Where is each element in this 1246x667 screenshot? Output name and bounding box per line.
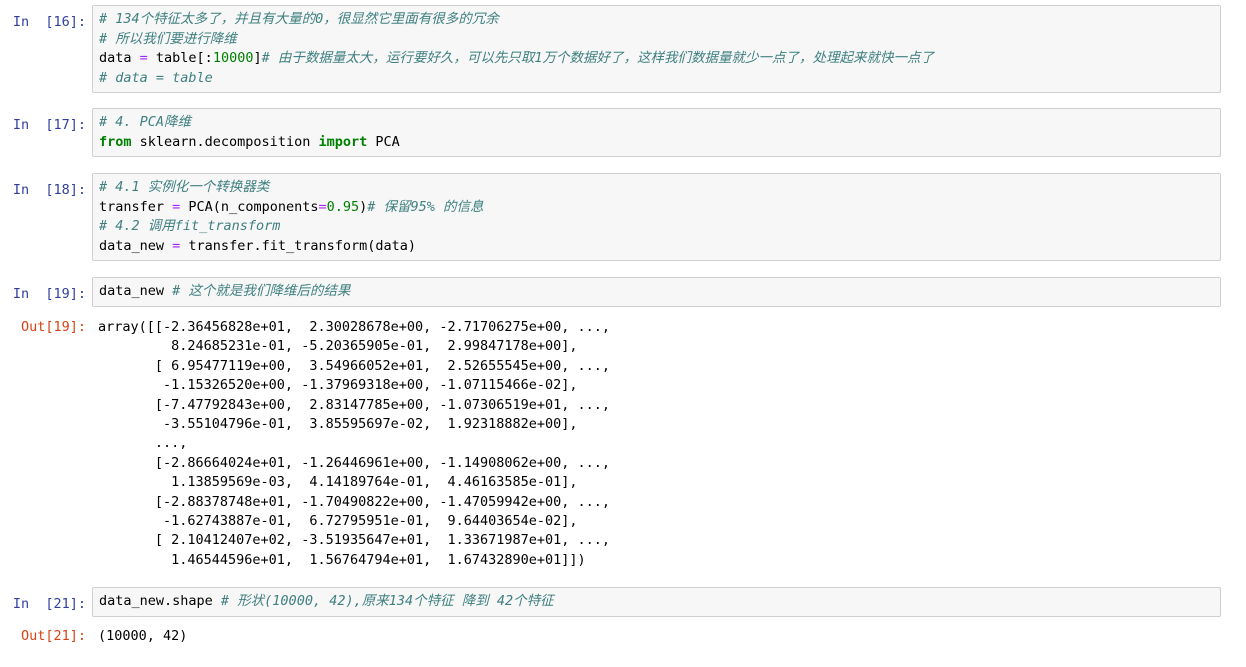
code-line: # 4.1 实例化一个转换器类	[99, 178, 1220, 198]
output-prompt: Out[19]:	[20, 319, 86, 335]
code-comment: # 形状(10000, 42),原来134个特征 降到 42个特征	[220, 593, 554, 609]
output-line: [-2.86664024e+01, -1.26446961e+00, -1.14…	[98, 454, 611, 471]
code-number: 0.95	[326, 198, 360, 215]
code-input-area[interactable]: data_new # 这个就是我们降维后的结果	[92, 277, 1221, 307]
code-line: # data = table	[99, 69, 1220, 89]
code-line: data_new.shape # 形状(10000, 42),原来134个特征 …	[99, 592, 1220, 612]
code-text: ]	[253, 50, 262, 66]
code-comment: # 4.2 调用fit_transform	[99, 218, 281, 234]
code-text: data_new	[99, 283, 173, 299]
code-text: table[:	[147, 50, 213, 66]
code-line: # 4. PCA降维	[99, 113, 1220, 133]
code-line: data_new # 这个就是我们降维后的结果	[99, 282, 1220, 302]
output-line: [ 6.95477119e+00, 3.54966052e+01, 2.5265…	[98, 357, 611, 374]
output-line: -1.15326520e+00, -1.37969318e+00, -1.071…	[98, 377, 578, 394]
code-comment: # 保留95% 的信息	[367, 198, 484, 215]
code-text: sklearn.decomposition	[131, 133, 319, 150]
code-number: 10000	[212, 50, 254, 66]
code-text: transfer.fit_transform(data)	[180, 237, 416, 254]
output-line: [-7.47792843e+00, 2.83147785e+00, -1.073…	[98, 396, 611, 413]
code-comment: # 4. PCA降维	[99, 114, 192, 130]
output-line: ...,	[98, 435, 188, 452]
output-text-area: (10000, 42)	[98, 627, 187, 646]
code-comment: # 这个就是我们降维后的结果	[172, 283, 351, 299]
input-prompt: In [21]:	[12, 596, 86, 612]
input-prompt: In [16]:	[12, 14, 86, 30]
code-line: # 所以我们要进行降维	[99, 30, 1220, 50]
output-line: 8.24685231e-01, -5.20365905e-01, 2.99847…	[98, 338, 578, 355]
code-keyword: from	[99, 133, 132, 150]
code-text: data_new.shape	[99, 593, 221, 609]
code-line: data_new = transfer.fit_transform(data)	[99, 237, 1220, 257]
code-input-area[interactable]: # 134个特征太多了，并且有大量的0，很显然它里面有很多的冗余 # 所以我们要进…	[92, 5, 1221, 93]
code-operator: =	[318, 198, 327, 215]
code-comment: # data = table	[99, 69, 213, 86]
output-line: [-2.88378748e+01, -1.70490822e+00, -1.47…	[98, 493, 611, 510]
output-line: 1.46544596e+01, 1.56764794e+01, 1.674328…	[98, 551, 586, 568]
code-line: data = table[:10000]# 由于数据量太大，运行要好久，可以先只…	[99, 49, 1220, 69]
code-line: transfer = PCA(n_components=0.95)# 保留95%…	[99, 198, 1220, 218]
code-comment: # 4.1 实例化一个转换器类	[99, 179, 270, 195]
output-line: [ 2.10412407e+02, -3.51935647e+01, 1.336…	[98, 532, 611, 549]
code-line: from sklearn.decomposition import PCA	[99, 133, 1220, 153]
code-line: # 134个特征太多了，并且有大量的0，很显然它里面有很多的冗余	[99, 10, 1220, 30]
code-text: data	[99, 50, 140, 66]
code-keyword: import	[318, 133, 368, 150]
output-text-area: array([[-2.36456828e+01, 2.30028678e+00,…	[98, 318, 610, 570]
code-comment: # 所以我们要进行降维	[99, 30, 237, 47]
input-prompt: In [17]:	[12, 117, 86, 133]
output-prompt: Out[21]:	[20, 628, 86, 644]
output-line: -3.55104796e-01, 3.85595697e-02, 1.92318…	[98, 415, 578, 432]
input-prompt: In [19]:	[12, 286, 86, 302]
code-text: PCA(n_components	[180, 198, 319, 215]
output-line: (10000, 42)	[98, 628, 188, 644]
output-line: array([[-2.36456828e+01, 2.30028678e+00,…	[98, 319, 611, 335]
code-text: transfer	[99, 198, 173, 215]
input-prompt: In [18]:	[12, 182, 86, 198]
code-input-area[interactable]: data_new.shape # 形状(10000, 42),原来134个特征 …	[92, 587, 1221, 617]
code-text: PCA	[367, 133, 400, 150]
code-text: data_new	[99, 237, 173, 254]
code-comment: # 134个特征太多了，并且有大量的0，很显然它里面有很多的冗余	[99, 11, 499, 27]
code-operator: =	[139, 50, 148, 66]
code-line: # 4.2 调用fit_transform	[99, 217, 1220, 237]
output-line: -1.62743887e-01, 6.72795951e-01, 9.64403…	[98, 512, 578, 529]
code-comment: # 由于数据量太大，运行要好久，可以先只取1万个数据好了，这样我们数据量就少一点…	[261, 50, 934, 66]
code-input-area[interactable]: # 4.1 实例化一个转换器类 transfer = PCA(n_componen…	[92, 173, 1221, 261]
code-input-area[interactable]: # 4. PCA降维 from sklearn.decomposition imp…	[92, 108, 1221, 157]
output-line: 1.13859569e-03, 4.14189764e-01, 4.461635…	[98, 474, 578, 491]
